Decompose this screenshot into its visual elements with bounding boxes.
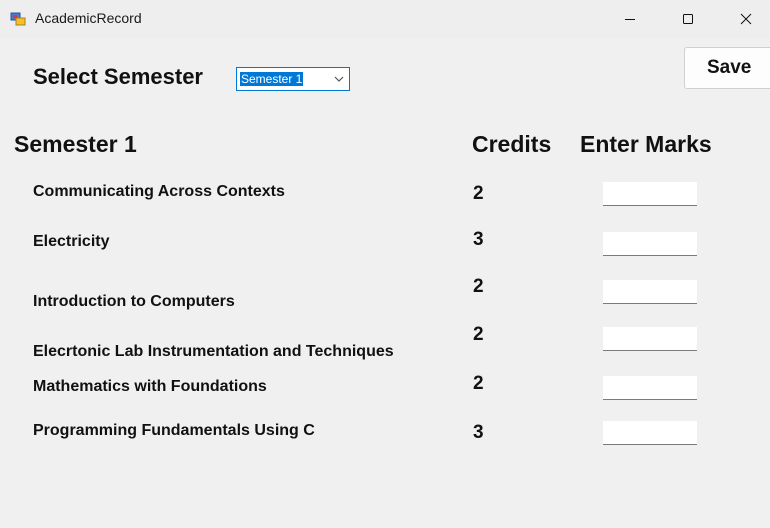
semester-dropdown[interactable]: Semester 1 [236,67,350,91]
semester-heading: Semester 1 [14,131,137,157]
save-button[interactable]: Save [684,47,770,89]
course-name: Programming Fundamentals Using C [33,422,315,439]
enter-marks-header: Enter Marks [580,131,712,157]
course-credits: 3 [473,229,484,250]
marks-input[interactable] [603,232,697,256]
course-name: Mathematics with Foundations [33,378,267,395]
marks-input[interactable] [603,327,697,351]
credits-header: Credits [472,131,552,157]
close-icon [740,13,752,25]
minimize-icon [625,19,635,20]
window-title: AcademicRecord [35,10,142,26]
course-credits: 3 [473,422,484,443]
course-name: Communicating Across Contexts [33,183,285,200]
maximize-button[interactable] [659,0,717,38]
course-name: Introduction to Computers [33,293,235,310]
marks-input[interactable] [603,182,697,206]
semester-dropdown-value: Semester 1 [240,72,304,86]
minimize-button[interactable] [601,0,659,38]
maximize-icon [683,14,693,24]
title-bar: AcademicRecord [0,0,770,38]
select-semester-label: Select Semester [33,64,203,89]
close-button[interactable] [717,0,770,38]
chevron-down-icon [334,76,344,82]
course-credits: 2 [473,183,484,204]
course-credits: 2 [473,373,484,394]
marks-input[interactable] [603,421,697,445]
course-name: Electricity [33,233,110,250]
marks-input[interactable] [603,280,697,304]
course-credits: 2 [473,276,484,297]
app-icon [10,11,26,27]
course-credits: 2 [473,324,484,345]
course-name: Elecrtonic Lab Instrumentation and Techn… [33,343,394,360]
marks-input[interactable] [603,376,697,400]
